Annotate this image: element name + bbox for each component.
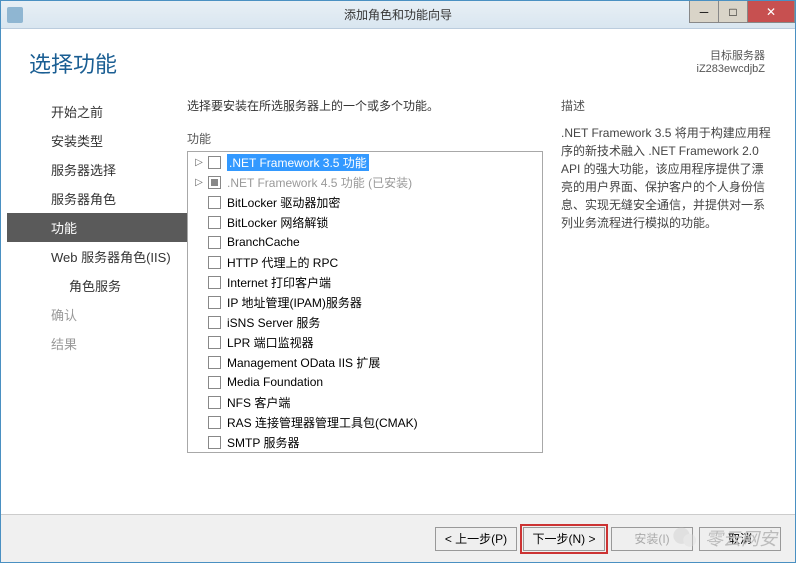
feature-row[interactable]: SMTP 服务器	[188, 432, 542, 452]
nav-item-2[interactable]: 服务器选择	[7, 155, 187, 184]
nav-item-5[interactable]: Web 服务器角色(IIS)	[7, 242, 187, 271]
feature-row[interactable]: RAS 连接管理器管理工具包(CMAK)	[188, 412, 542, 432]
description-label: 描述	[561, 97, 771, 114]
feature-label: NFS 客户端	[227, 394, 290, 411]
feature-label: Management OData IIS 扩展	[227, 354, 380, 371]
feature-row[interactable]: HTTP 代理上的 RPC	[188, 252, 542, 272]
feature-label: BitLocker 网络解锁	[227, 214, 328, 231]
minimize-button[interactable]: ─	[689, 1, 719, 23]
features-label: 功能	[187, 130, 543, 147]
feature-checkbox[interactable]	[208, 336, 221, 349]
features-column: 选择要安装在所选服务器上的一个或多个功能。 功能 ▷ .NET Framework…	[187, 97, 543, 453]
feature-label: IP 地址管理(IPAM)服务器	[227, 294, 362, 311]
feature-checkbox[interactable]	[208, 196, 221, 209]
feature-checkbox[interactable]	[208, 316, 221, 329]
feature-label: BranchCache	[227, 235, 300, 249]
footer: < 上一步(P) 下一步(N) > 安装(I) 取消 零云网安	[1, 514, 795, 562]
feature-row[interactable]: IP 地址管理(IPAM)服务器	[188, 292, 542, 312]
destination-server: 目标服务器 iZ283ewcdjbZ	[697, 47, 765, 79]
feature-row[interactable]: iSNS Server 服务	[188, 312, 542, 332]
close-button[interactable]: ✕	[747, 1, 795, 23]
feature-row[interactable]: BitLocker 驱动器加密	[188, 192, 542, 212]
feature-row[interactable]: BranchCache	[188, 232, 542, 252]
previous-button[interactable]: < 上一步(P)	[435, 527, 517, 551]
feature-label: .NET Framework 4.5 功能 (已安装)	[227, 174, 412, 191]
install-button: 安装(I)	[611, 527, 693, 551]
feature-checkbox[interactable]	[208, 396, 221, 409]
feature-checkbox[interactable]	[208, 416, 221, 429]
expand-icon[interactable]: ▷	[192, 177, 206, 188]
instruction-text: 选择要安装在所选服务器上的一个或多个功能。	[187, 97, 543, 114]
feature-label: HTTP 代理上的 RPC	[227, 254, 338, 271]
feature-row[interactable]: Internet 打印客户端	[188, 272, 542, 292]
nav-item-4[interactable]: 功能	[7, 213, 187, 242]
feature-checkbox[interactable]	[208, 376, 221, 389]
feature-checkbox[interactable]	[208, 356, 221, 369]
feature-row[interactable]: ▷ .NET Framework 3.5 功能	[188, 152, 542, 172]
feature-checkbox[interactable]	[208, 436, 221, 449]
features-tree[interactable]: ▷ .NET Framework 3.5 功能 ▷ .NET Framework 4.…	[187, 151, 543, 453]
titlebar: 添加角色和功能向导 ─ □ ✕	[1, 1, 795, 29]
app-icon	[7, 7, 23, 23]
cancel-button[interactable]: 取消	[699, 527, 781, 551]
expand-icon[interactable]: ▷	[192, 157, 206, 168]
feature-checkbox[interactable]	[208, 216, 221, 229]
window-controls: ─ □ ✕	[690, 1, 795, 23]
feature-row[interactable]: Management OData IIS 扩展	[188, 352, 542, 372]
feature-label: RAS 连接管理器管理工具包(CMAK)	[227, 414, 418, 431]
page-title: 选择功能	[29, 47, 117, 79]
feature-label: LPR 端口监视器	[227, 334, 314, 351]
wizard-window: 添加角色和功能向导 ─ □ ✕ 选择功能 目标服务器 iZ283ewcdjbZ …	[0, 0, 796, 563]
feature-checkbox[interactable]	[208, 256, 221, 269]
feature-label: .NET Framework 3.5 功能	[227, 154, 369, 171]
feature-row[interactable]: Media Foundation	[188, 372, 542, 392]
feature-row[interactable]: NFS 客户端	[188, 392, 542, 412]
nav-item-7: 确认	[7, 300, 187, 329]
nav-item-0[interactable]: 开始之前	[7, 97, 187, 126]
feature-checkbox[interactable]	[208, 156, 221, 169]
nav-item-8: 结果	[7, 329, 187, 358]
header: 选择功能 目标服务器 iZ283ewcdjbZ	[1, 29, 795, 87]
feature-label: BitLocker 驱动器加密	[227, 194, 340, 211]
nav-sidebar: 开始之前安装类型服务器选择服务器角色功能Web 服务器角色(IIS)角色服务确认…	[7, 87, 187, 453]
nav-item-6[interactable]: 角色服务	[7, 271, 187, 300]
feature-label: iSNS Server 服务	[227, 314, 320, 331]
next-button[interactable]: 下一步(N) >	[523, 527, 605, 551]
main-panel: 选择要安装在所选服务器上的一个或多个功能。 功能 ▷ .NET Framework…	[187, 87, 789, 453]
window-title: 添加角色和功能向导	[1, 6, 795, 23]
body: 开始之前安装类型服务器选择服务器角色功能Web 服务器角色(IIS)角色服务确认…	[1, 87, 795, 453]
feature-label: Media Foundation	[227, 375, 323, 389]
destination-label: 目标服务器	[697, 47, 765, 63]
feature-row[interactable]: ▷ .NET Framework 4.5 功能 (已安装)	[188, 172, 542, 192]
description-text: .NET Framework 3.5 将用于构建应用程序的新技术融入 .NET …	[561, 124, 771, 232]
feature-label: Internet 打印客户端	[227, 274, 331, 291]
destination-value: iZ283ewcdjbZ	[697, 63, 765, 75]
nav-item-3[interactable]: 服务器角色	[7, 184, 187, 213]
feature-label: SMTP 服务器	[227, 434, 299, 451]
description-column: 描述 .NET Framework 3.5 将用于构建应用程序的新技术融入 .N…	[561, 97, 771, 453]
feature-checkbox	[208, 176, 221, 189]
feature-row[interactable]: BitLocker 网络解锁	[188, 212, 542, 232]
feature-checkbox[interactable]	[208, 236, 221, 249]
nav-item-1[interactable]: 安装类型	[7, 126, 187, 155]
feature-row[interactable]: LPR 端口监视器	[188, 332, 542, 352]
feature-checkbox[interactable]	[208, 296, 221, 309]
feature-checkbox[interactable]	[208, 276, 221, 289]
maximize-button[interactable]: □	[718, 1, 748, 23]
